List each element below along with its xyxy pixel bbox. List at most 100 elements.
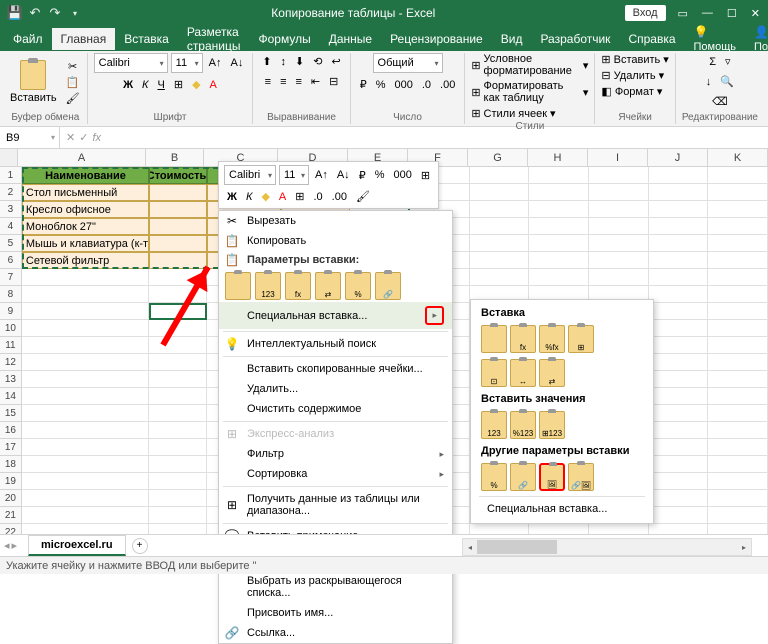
cell[interactable] [708, 337, 768, 354]
clear-icon[interactable]: ⌫ [709, 93, 731, 110]
cell[interactable] [589, 184, 649, 201]
cm-copy[interactable]: 📋Копировать [219, 231, 452, 251]
format-painter-icon[interactable]: 🖌 [65, 91, 81, 105]
cell[interactable]: Стоимость, [149, 167, 207, 184]
cell[interactable] [649, 337, 709, 354]
grow-font-icon[interactable]: A↑ [206, 55, 225, 71]
cell[interactable] [649, 235, 709, 252]
cell[interactable] [470, 184, 530, 201]
menu-formulas[interactable]: Формулы [249, 28, 319, 50]
cell[interactable] [149, 422, 207, 439]
save-icon[interactable]: 💾 [8, 6, 22, 20]
row-head[interactable]: 8 [0, 286, 22, 303]
cm-smart-lookup[interactable]: 💡Интеллектуальный поиск [219, 334, 452, 354]
cell[interactable] [22, 422, 149, 439]
cell[interactable] [149, 405, 207, 422]
mini-comma-icon[interactable]: 000 [390, 167, 414, 183]
align-center-icon[interactable]: ≡ [277, 74, 289, 90]
cell[interactable] [649, 490, 709, 507]
cm-sort[interactable]: Сортировка▸ [219, 464, 452, 484]
cell[interactable] [649, 473, 709, 490]
cell[interactable] [649, 388, 709, 405]
cell[interactable] [149, 456, 207, 473]
cm-get-data[interactable]: ⊞Получить данные из таблицы или диапазон… [219, 489, 452, 521]
sp-values-icon[interactable]: 123 [481, 411, 507, 439]
cell[interactable] [149, 337, 207, 354]
sp-paste-transpose-icon[interactable]: ⇄ [539, 359, 565, 387]
border-icon[interactable]: ⊞ [171, 76, 186, 93]
insert-cells-button[interactable]: ⊞ Вставить ▾ [601, 53, 668, 66]
scroll-left-icon[interactable]: ◂ [463, 539, 477, 555]
menu-share[interactable]: 👤 Поделиться [745, 21, 768, 57]
sp-picture-icon[interactable]: 🖼 [539, 463, 565, 491]
cell[interactable] [22, 337, 149, 354]
row-head[interactable]: 14 [0, 388, 22, 405]
row-head[interactable]: 18 [0, 456, 22, 473]
cell[interactable]: Моноблок 27" [22, 218, 149, 235]
minimize-icon[interactable]: — [702, 7, 713, 20]
row-head[interactable]: 17 [0, 439, 22, 456]
sp-paste-widths-icon[interactable]: ↔ [510, 359, 536, 387]
cell[interactable] [649, 371, 709, 388]
cell[interactable] [649, 507, 709, 524]
col-head-J[interactable]: J [648, 149, 708, 166]
menu-help[interactable]: Справка [619, 28, 684, 50]
mini-italic[interactable]: К [243, 189, 255, 205]
name-box[interactable]: B9 [0, 127, 60, 149]
cell[interactable] [649, 439, 709, 456]
enter-formula-icon[interactable]: ✓ [79, 131, 88, 144]
mini-dec-dec-icon[interactable]: .00 [329, 189, 350, 205]
mini-currency-icon[interactable]: ₽ [356, 167, 369, 184]
align-right-icon[interactable]: ≡ [293, 74, 305, 90]
cell[interactable]: Наименование [22, 167, 149, 184]
cell[interactable] [22, 490, 149, 507]
font-combo[interactable]: Calibri [94, 53, 168, 73]
cut-icon[interactable]: ✂ [65, 59, 81, 73]
row-head[interactable]: 13 [0, 371, 22, 388]
fx-icon[interactable]: fx [92, 132, 101, 144]
menu-developer[interactable]: Разработчик [531, 28, 619, 50]
cell[interactable] [470, 218, 530, 235]
decimal-dec-icon[interactable]: .00 [437, 77, 458, 93]
cell[interactable] [22, 473, 149, 490]
cell[interactable] [649, 320, 709, 337]
cell[interactable] [649, 422, 709, 439]
select-all-corner[interactable] [0, 149, 18, 166]
cell[interactable] [22, 303, 149, 320]
cell[interactable] [149, 371, 207, 388]
cell[interactable] [529, 201, 589, 218]
cell[interactable] [149, 235, 207, 252]
delete-cells-button[interactable]: ⊟ Удалить ▾ [601, 69, 664, 82]
sp-linked-pic-icon[interactable]: 🔗🖼 [568, 463, 594, 491]
cell[interactable] [649, 269, 709, 286]
cell[interactable] [708, 184, 768, 201]
cell[interactable] [649, 218, 709, 235]
mini-fill-icon[interactable]: ◆ [258, 188, 272, 205]
cell[interactable] [649, 303, 709, 320]
cell[interactable] [149, 218, 207, 235]
menu-insert[interactable]: Вставка [115, 28, 178, 50]
mini-font-combo[interactable]: Calibri [224, 165, 276, 185]
cell[interactable] [589, 218, 649, 235]
col-head-B[interactable]: B [146, 149, 204, 166]
cell[interactable] [708, 473, 768, 490]
cm-define-name[interactable]: Присвоить имя... [219, 603, 452, 623]
paste-transpose-icon[interactable]: ⇄ [315, 272, 341, 300]
cm-paste-special[interactable]: Специальная вставка...▸ [219, 302, 452, 329]
italic-button[interactable]: К [139, 77, 151, 93]
cell[interactable] [149, 388, 207, 405]
ribbon-options-icon[interactable]: ▭ [678, 7, 688, 20]
indent-dec-icon[interactable]: ⇤ [308, 73, 323, 90]
format-cells-button[interactable]: ◧ Формат ▾ [601, 85, 662, 98]
fill-color-icon[interactable]: ◆ [189, 76, 203, 93]
cell[interactable] [708, 320, 768, 337]
merge-icon[interactable]: ⊟ [326, 73, 341, 90]
col-head-I[interactable]: I [588, 149, 648, 166]
scroll-right-icon[interactable]: ▸ [737, 539, 751, 555]
row-head[interactable]: 12 [0, 354, 22, 371]
cell[interactable] [529, 269, 589, 286]
orientation-icon[interactable]: ⟲ [310, 53, 325, 70]
mini-border-icon[interactable]: ⊞ [292, 188, 307, 205]
paste-formatting-icon[interactable]: % [345, 272, 371, 300]
copy-icon[interactable]: 📋 [65, 75, 81, 89]
